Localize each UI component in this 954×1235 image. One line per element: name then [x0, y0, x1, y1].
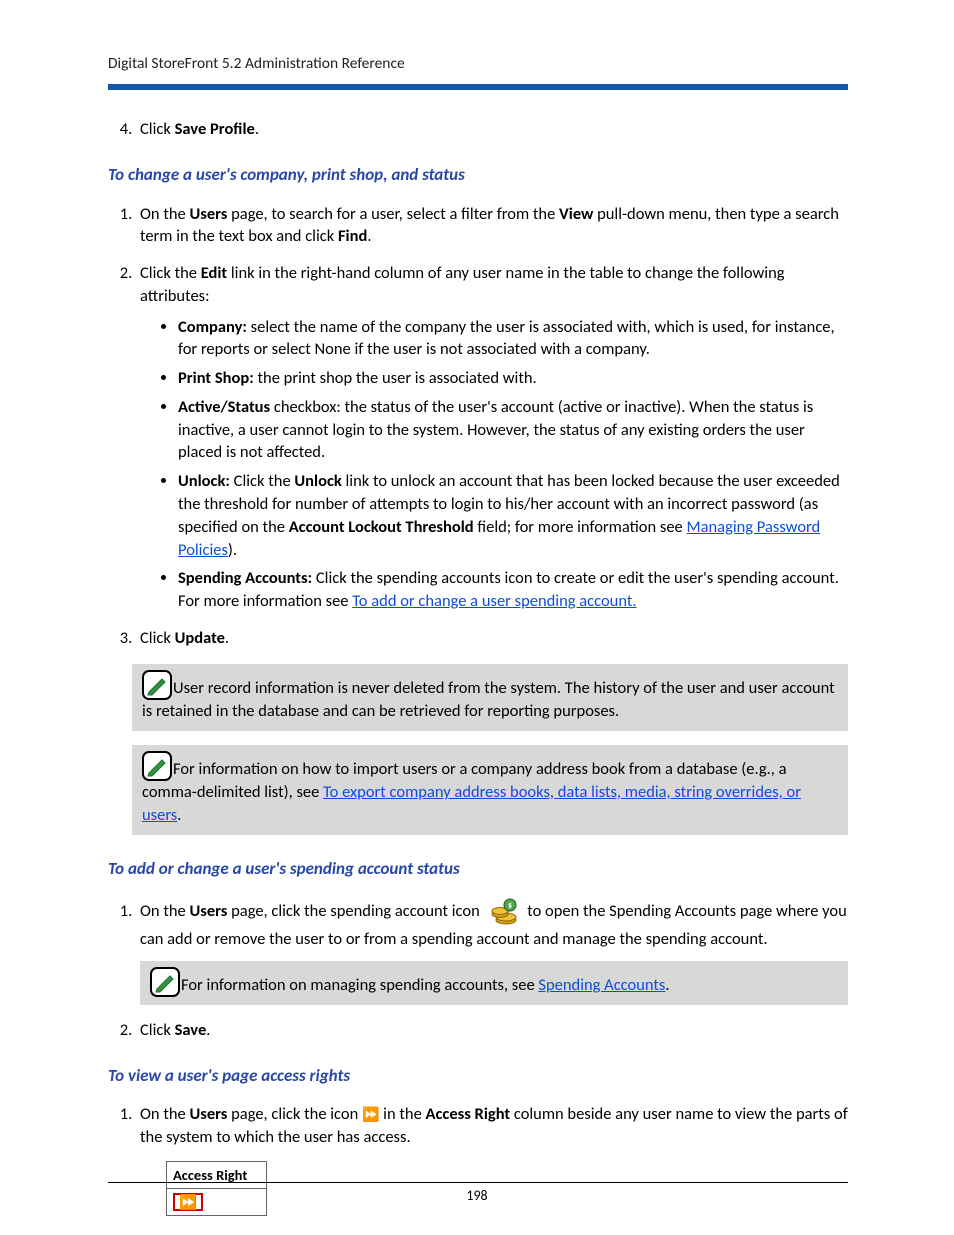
attr-company: Company: select the name of the company …	[178, 316, 848, 362]
svg-text:$: $	[507, 901, 511, 911]
heading-change-user: To change a user's company, print shop, …	[108, 163, 848, 186]
note-import-users: For information on how to import users o…	[132, 745, 848, 835]
link-spending-account-change[interactable]: To add or change a user spending account…	[352, 591, 636, 611]
document-page: Digital StoreFront 5.2 Administration Re…	[0, 0, 954, 1235]
step-save-profile: Click Save Profile.	[136, 118, 848, 141]
prev-list-continuation: Click Save Profile.	[108, 118, 848, 141]
pencil-note-icon	[142, 670, 172, 700]
step-1-change: On the Users page, to search for a user,…	[136, 203, 848, 249]
step-2-spending: Click Save.	[136, 1019, 848, 1042]
pencil-note-icon	[150, 967, 180, 997]
attr-active-status: Active/Status checkbox: the status of th…	[178, 396, 848, 464]
note-spending-manage: For information on managing spending acc…	[140, 961, 848, 1005]
spending-account-coins-icon: $	[488, 896, 520, 928]
page-number: 198	[0, 1186, 954, 1205]
pencil-note-icon	[142, 751, 172, 781]
footer-rule	[108, 1182, 848, 1183]
attr-spending-accounts: Spending Accounts: Click the spending ac…	[178, 567, 848, 613]
link-spending-accounts[interactable]: Spending Accounts	[538, 975, 665, 995]
attr-unlock: Unlock: Click the Unlock link to unlock …	[178, 470, 848, 561]
table-row: Access Right	[167, 1161, 267, 1188]
header-rule	[108, 84, 848, 90]
heading-spending-account: To add or change a user's spending accou…	[108, 857, 848, 880]
list-change-user: On the Users page, to search for a user,…	[108, 203, 848, 650]
access-right-arrow-icon: ⏩	[362, 1105, 379, 1124]
note-user-record: User record information is never deleted…	[132, 664, 848, 731]
attr-print-shop: Print Shop: the print shop the user is a…	[178, 367, 848, 390]
step-2-change: Click the Edit link in the right-hand co…	[136, 262, 848, 613]
step-3-change: Click Update.	[136, 627, 848, 650]
running-header: Digital StoreFront 5.2 Administration Re…	[108, 53, 848, 74]
step-1-spending: On the Users page, click the spending ac…	[136, 896, 848, 1005]
list-spending-account: On the Users page, click the spending ac…	[108, 896, 848, 1042]
access-right-header: Access Right	[167, 1161, 267, 1188]
edit-attributes-list: Company: select the name of the company …	[140, 316, 848, 613]
heading-access-rights: To view a user's page access rights	[108, 1064, 848, 1087]
